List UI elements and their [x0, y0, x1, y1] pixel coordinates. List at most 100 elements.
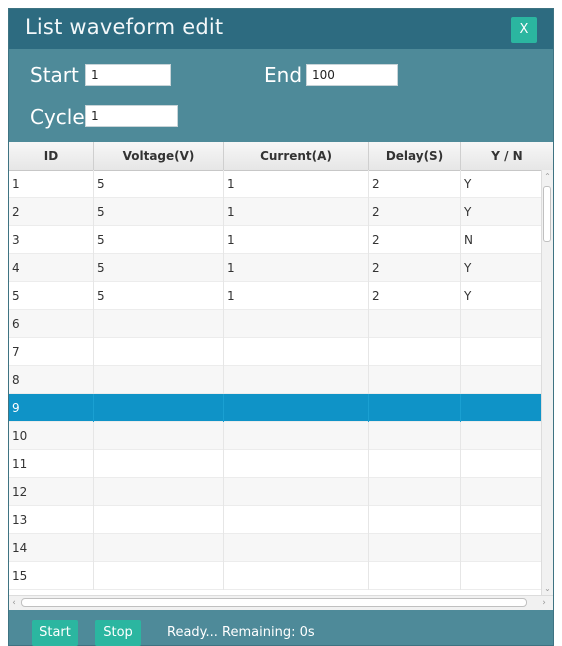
cell-yn[interactable]: [461, 562, 551, 590]
scroll-right-icon[interactable]: ›: [539, 597, 549, 609]
vertical-scrollbar[interactable]: ⌃ ⌄: [541, 170, 553, 595]
cell-id[interactable]: 14: [9, 534, 94, 562]
scroll-up-icon[interactable]: ⌃: [543, 172, 552, 181]
scroll-down-icon[interactable]: ⌄: [543, 584, 552, 593]
table-row[interactable]: 6: [9, 310, 551, 338]
cell-yn[interactable]: [461, 478, 551, 506]
cell-yn[interactable]: [461, 394, 551, 422]
cell-delay[interactable]: [369, 506, 461, 534]
cell-id[interactable]: 12: [9, 478, 94, 506]
table-row[interactable]: 14: [9, 534, 551, 562]
cell-yn[interactable]: N: [461, 226, 551, 254]
cell-current[interactable]: [224, 506, 369, 534]
table-row[interactable]: 9: [9, 394, 551, 422]
cycle-input[interactable]: [85, 105, 178, 127]
cell-id[interactable]: 7: [9, 338, 94, 366]
cell-current[interactable]: [224, 450, 369, 478]
cell-current[interactable]: 1: [224, 254, 369, 282]
horizontal-scroll-thumb[interactable]: [21, 598, 527, 607]
cell-current[interactable]: [224, 562, 369, 590]
cell-delay[interactable]: [369, 450, 461, 478]
cell-id[interactable]: 15: [9, 562, 94, 590]
cell-id[interactable]: 11: [9, 450, 94, 478]
column-header-delay[interactable]: Delay(S): [369, 142, 461, 170]
cell-delay[interactable]: [369, 394, 461, 422]
cell-yn[interactable]: [461, 534, 551, 562]
cell-current[interactable]: [224, 422, 369, 450]
cell-current[interactable]: 1: [224, 282, 369, 310]
start-button[interactable]: Start: [32, 620, 78, 646]
cell-delay[interactable]: [369, 534, 461, 562]
cell-current[interactable]: [224, 338, 369, 366]
cell-delay[interactable]: [369, 422, 461, 450]
cell-voltage[interactable]: [94, 478, 224, 506]
cell-voltage[interactable]: [94, 450, 224, 478]
table-row[interactable]: 15: [9, 562, 551, 590]
cell-id[interactable]: 5: [9, 282, 94, 310]
vertical-scroll-thumb[interactable]: [543, 186, 551, 242]
cell-current[interactable]: 1: [224, 198, 369, 226]
table-row[interactable]: 3512N: [9, 226, 551, 254]
cell-voltage[interactable]: 5: [94, 282, 224, 310]
column-header-voltage[interactable]: Voltage(V): [94, 142, 224, 170]
table-row[interactable]: 8: [9, 366, 551, 394]
cell-id[interactable]: 1: [9, 170, 94, 198]
table-row[interactable]: 1512Y: [9, 170, 551, 198]
cell-yn[interactable]: Y: [461, 198, 551, 226]
cell-voltage[interactable]: [94, 506, 224, 534]
table-row[interactable]: 5512Y: [9, 282, 551, 310]
cell-delay[interactable]: 2: [369, 254, 461, 282]
cell-delay[interactable]: 2: [369, 282, 461, 310]
column-header-current[interactable]: Current(A): [224, 142, 369, 170]
cell-delay[interactable]: 2: [369, 198, 461, 226]
horizontal-scrollbar[interactable]: ‹ ›: [9, 595, 553, 610]
cell-yn[interactable]: [461, 506, 551, 534]
table-row[interactable]: 2512Y: [9, 198, 551, 226]
cell-id[interactable]: 9: [9, 394, 94, 422]
table-row[interactable]: 12: [9, 478, 551, 506]
cell-id[interactable]: 10: [9, 422, 94, 450]
scroll-left-icon[interactable]: ‹: [9, 597, 19, 609]
start-input[interactable]: [85, 64, 171, 86]
cell-id[interactable]: 3: [9, 226, 94, 254]
cell-current[interactable]: 1: [224, 226, 369, 254]
cell-id[interactable]: 4: [9, 254, 94, 282]
cell-current[interactable]: 1: [224, 170, 369, 198]
cell-delay[interactable]: [369, 310, 461, 338]
cell-delay[interactable]: 2: [369, 170, 461, 198]
cell-delay[interactable]: [369, 338, 461, 366]
cell-voltage[interactable]: [94, 562, 224, 590]
end-input[interactable]: [306, 64, 398, 86]
cell-yn[interactable]: [461, 450, 551, 478]
table-row[interactable]: 10: [9, 422, 551, 450]
cell-voltage[interactable]: 5: [94, 226, 224, 254]
cell-delay[interactable]: [369, 478, 461, 506]
cell-yn[interactable]: Y: [461, 170, 551, 198]
cell-id[interactable]: 8: [9, 366, 94, 394]
cell-delay[interactable]: 2: [369, 226, 461, 254]
cell-voltage[interactable]: [94, 534, 224, 562]
cell-yn[interactable]: [461, 422, 551, 450]
cell-voltage[interactable]: [94, 338, 224, 366]
table-row[interactable]: 7: [9, 338, 551, 366]
cell-yn[interactable]: Y: [461, 254, 551, 282]
cell-voltage[interactable]: 5: [94, 170, 224, 198]
cell-voltage[interactable]: [94, 310, 224, 338]
cell-voltage[interactable]: [94, 366, 224, 394]
column-header-id[interactable]: ID: [9, 142, 94, 170]
cell-current[interactable]: [224, 478, 369, 506]
column-header-yn[interactable]: Y / N: [461, 142, 553, 170]
cell-voltage[interactable]: 5: [94, 198, 224, 226]
cell-voltage[interactable]: [94, 422, 224, 450]
cell-id[interactable]: 2: [9, 198, 94, 226]
table-row[interactable]: 4512Y: [9, 254, 551, 282]
cell-delay[interactable]: [369, 366, 461, 394]
cell-yn[interactable]: [461, 338, 551, 366]
cell-current[interactable]: [224, 366, 369, 394]
cell-current[interactable]: [224, 534, 369, 562]
cell-voltage[interactable]: 5: [94, 254, 224, 282]
stop-button[interactable]: Stop: [95, 620, 141, 646]
cell-yn[interactable]: [461, 310, 551, 338]
cell-current[interactable]: [224, 310, 369, 338]
close-button[interactable]: X: [511, 17, 537, 43]
